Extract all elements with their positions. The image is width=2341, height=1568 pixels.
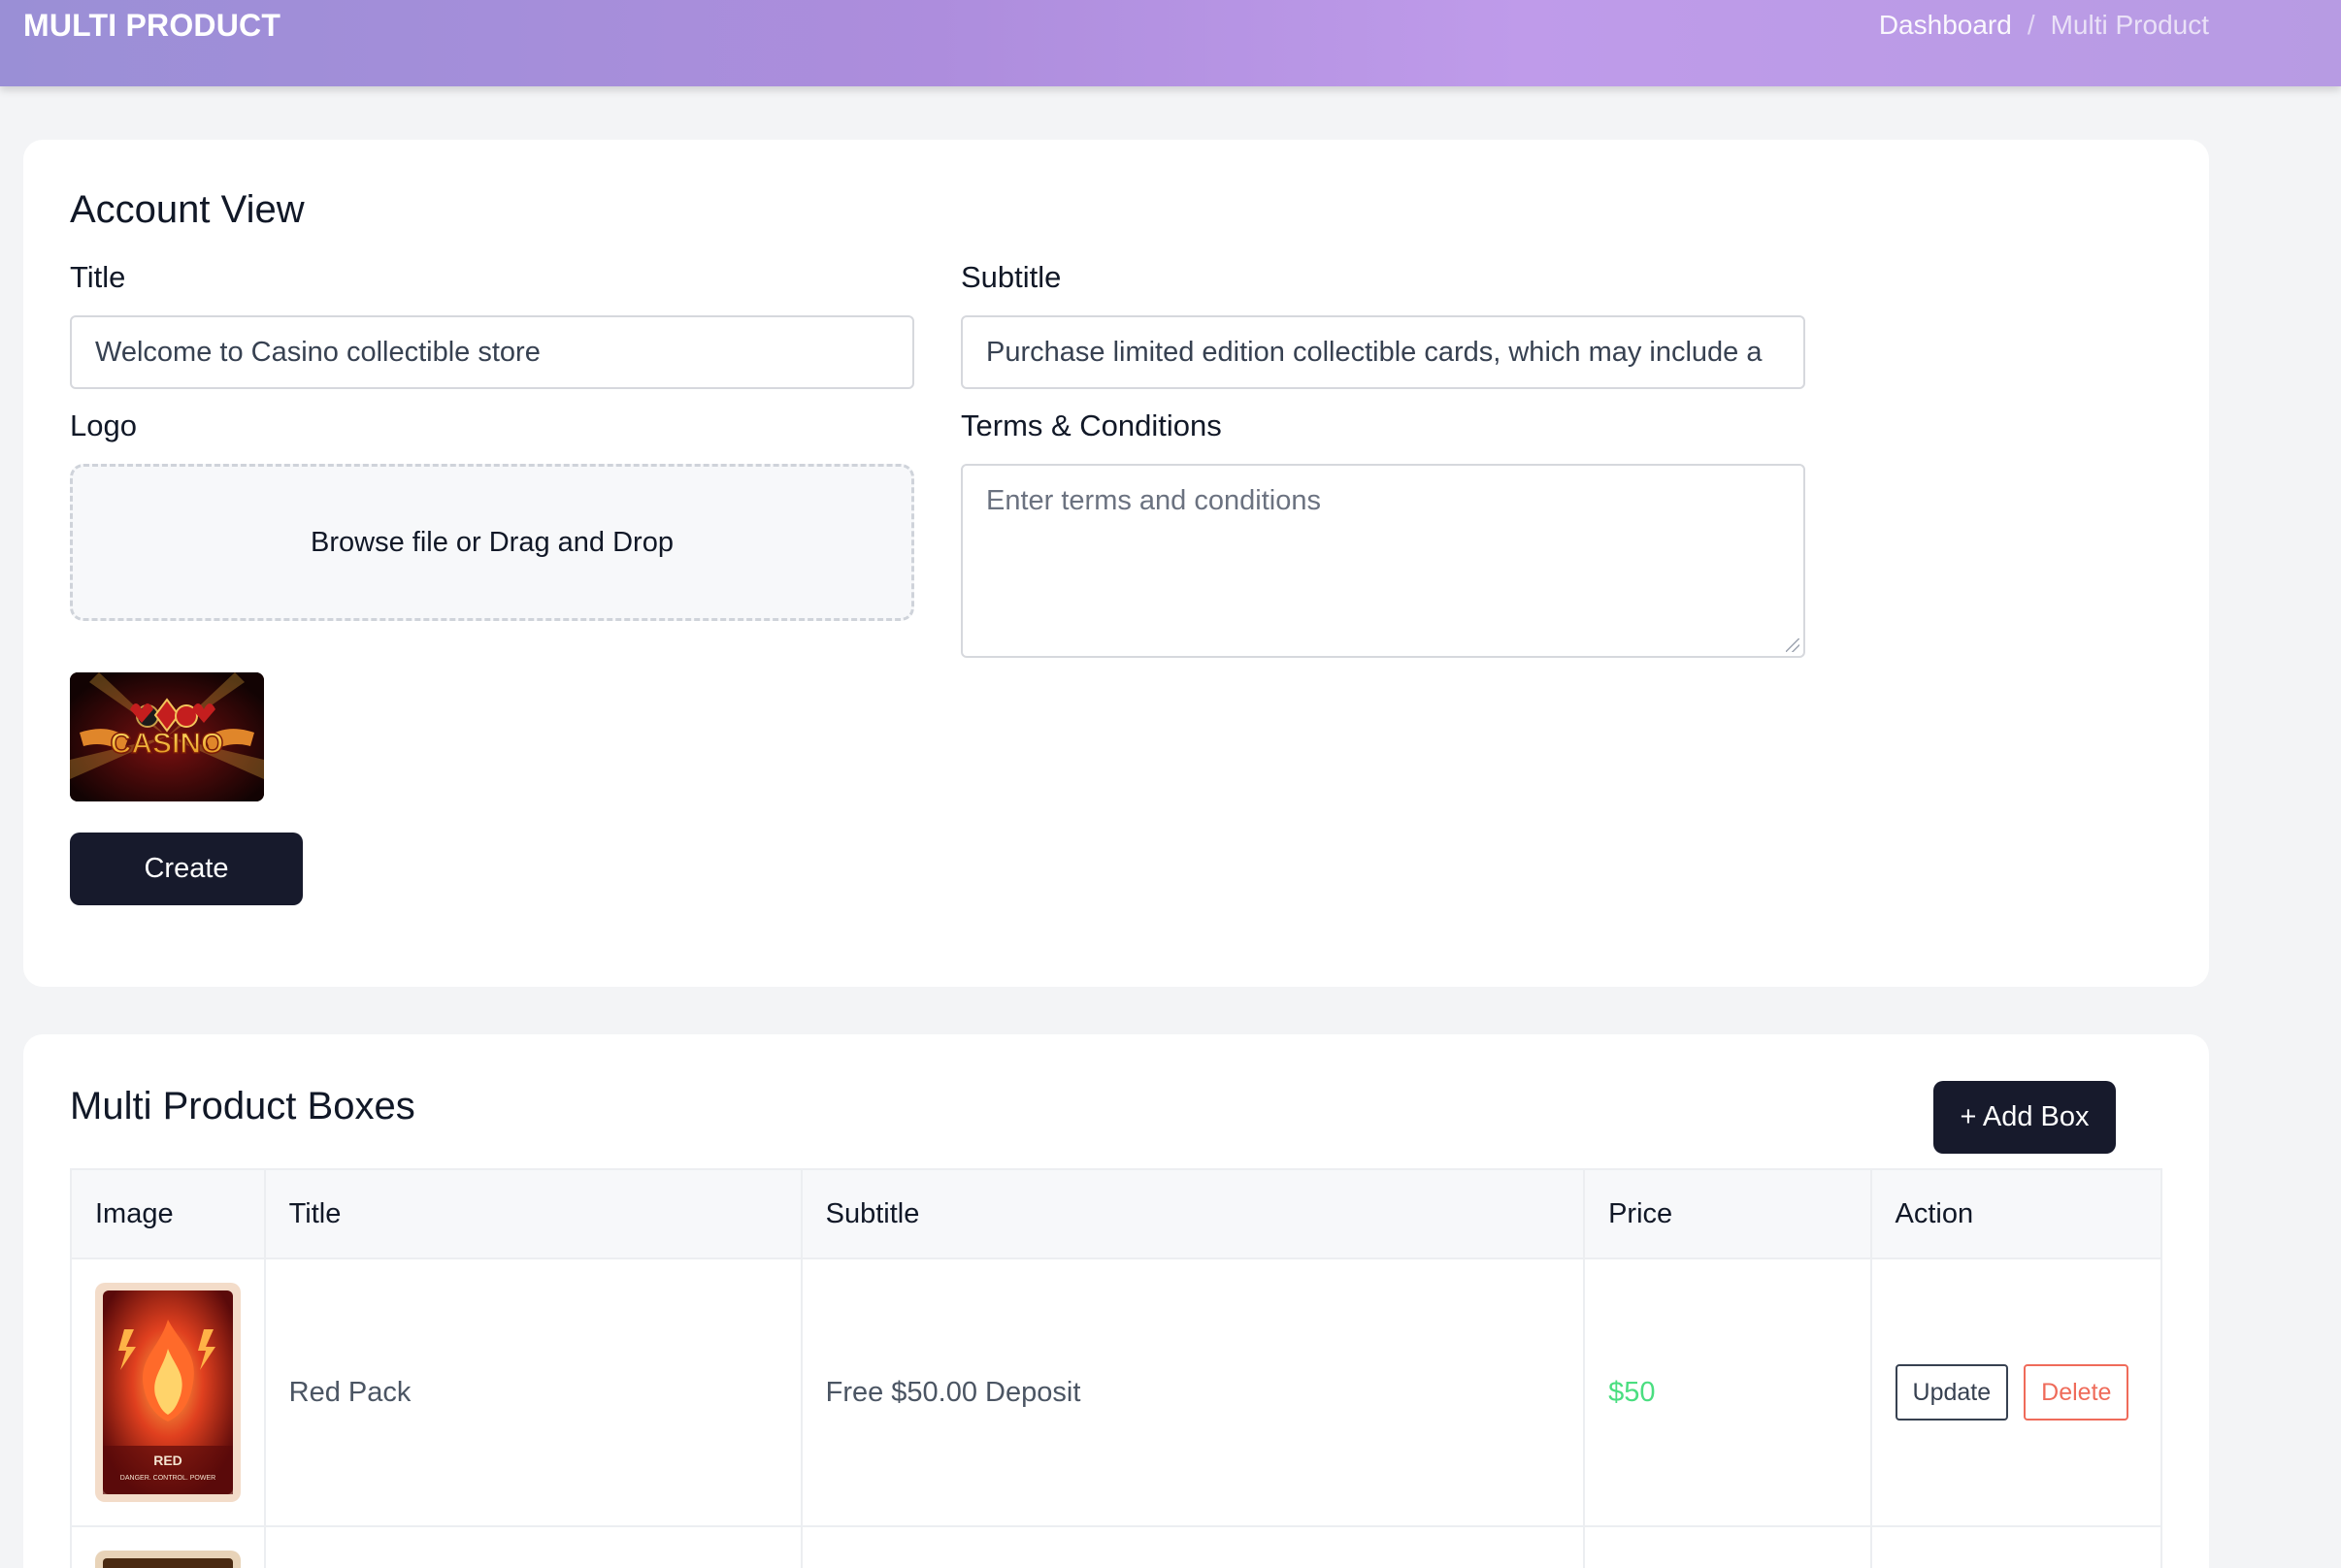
row-actions-cell [1872,1527,2160,1568]
row-actions: Update Delete [1872,1259,2160,1525]
column-header-image: Image [72,1170,266,1258]
breadcrumb-current: Multi Product [2050,10,2209,40]
red-pack-card-icon: RED DANGER. CONTROL. POWER [103,1290,233,1494]
column-header-subtitle: Subtitle [803,1170,1586,1258]
row-image-cell [72,1527,266,1568]
row-image-cell: RED DANGER. CONTROL. POWER [72,1259,266,1525]
logo-wordmark: CASINO [111,728,224,760]
account-view-title: Account View [70,188,305,231]
boxes-title: Multi Product Boxes [70,1085,415,1127]
pack-caption: RED [153,1453,182,1468]
row-subtitle: Free $50.00 Deposit [803,1259,1586,1525]
row-title-cell [266,1527,803,1568]
title-label: Title [70,260,126,294]
table-row [72,1527,2160,1568]
create-button[interactable]: Create [70,833,303,905]
delete-button[interactable]: Delete [2024,1364,2129,1421]
resize-grip-icon[interactable] [1786,638,1799,652]
boxes-table: Image Title Subtitle Price Action RED DA… [70,1168,2162,1568]
pack-tagline: DANGER. CONTROL. POWER [120,1475,215,1482]
multi-product-boxes-card: Multi Product Boxes + Add Box Image Titl… [23,1034,2209,1568]
logo-label: Logo [70,408,137,442]
column-header-title: Title [266,1170,803,1258]
row-price-cell [1585,1527,1872,1568]
logo-dropzone[interactable]: Browse file or Drag and Drop [70,464,914,621]
add-box-button[interactable]: + Add Box [1933,1081,2116,1154]
casino-logo-icon: CASINO [70,672,264,801]
column-header-price: Price [1585,1170,1872,1258]
row-title: Red Pack [266,1259,803,1525]
breadcrumb: Dashboard / Multi Product [1879,10,2209,41]
account-view-card: Account View Title Welcome to Casino col… [23,140,2209,987]
top-bar: MULTI PRODUCT Dashboard / Multi Product [0,0,2341,86]
row-price: $50 [1585,1259,1872,1525]
subtitle-label: Subtitle [961,260,1062,294]
row-subtitle-cell [803,1527,1586,1568]
update-button[interactable]: Update [1895,1364,2009,1421]
dropzone-text: Browse file or Drag and Drop [311,526,674,558]
terms-textarea[interactable]: Enter terms and conditions [961,464,1805,658]
red-pack-image: RED DANGER. CONTROL. POWER [95,1283,241,1502]
logo-preview-image: CASINO [70,672,264,801]
title-input[interactable]: Welcome to Casino collectible store [70,315,914,389]
terms-placeholder: Enter terms and conditions [986,485,1321,516]
subtitle-input[interactable]: Purchase limited edition collectible car… [961,315,1805,389]
terms-label: Terms & Conditions [961,408,1222,442]
pack-image-partial [95,1551,241,1568]
table-header: Image Title Subtitle Price Action [72,1170,2160,1259]
column-header-action: Action [1895,1197,1974,1229]
table-row: RED DANGER. CONTROL. POWER Red Pack Free… [72,1259,2160,1527]
brand-title: MULTI PRODUCT [23,8,281,43]
breadcrumb-dashboard-link[interactable]: Dashboard [1879,10,2012,41]
breadcrumb-separator: / [2027,10,2035,40]
